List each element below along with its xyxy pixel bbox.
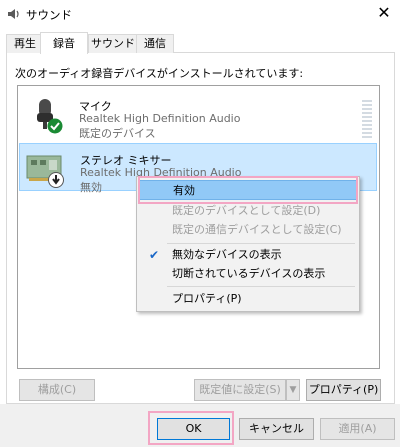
menu-item-set-default-device[interactable]: 既定のデバイスとして設定(D): [139, 201, 357, 221]
menu-item-set-default-comm-device[interactable]: 既定の通信デバイスとして設定(C): [139, 220, 357, 240]
properties-button[interactable]: プロパティ(P): [306, 379, 381, 401]
chevron-down-icon: ▼: [289, 385, 297, 395]
device-item-microphone[interactable]: マイク Realtek High Definition Audio 既定のデバイ…: [19, 90, 377, 140]
down-arrow-badge-icon: [48, 172, 64, 188]
device-driver: Realtek High Definition Audio: [79, 112, 241, 125]
speaker-icon: [8, 9, 19, 19]
menu-item-properties[interactable]: プロパティ(P): [139, 289, 357, 309]
check-badge-icon: [47, 118, 63, 134]
configure-button[interactable]: 構成(C): [19, 379, 95, 401]
tab-sounds[interactable]: サウンド: [88, 34, 138, 53]
tab-playback[interactable]: 再生: [6, 34, 44, 53]
menu-separator: [167, 243, 355, 244]
menu-item-label: 既定のデバイスとして設定(D): [172, 204, 321, 217]
window-title: サウンド: [26, 8, 72, 22]
menu-item-show-disconnected-devices[interactable]: 切断されているデバイスの表示: [139, 264, 357, 284]
device-status: 既定のデバイス: [79, 127, 156, 140]
menu-item-label: 切断されているデバイスの表示: [172, 267, 326, 280]
set-default-dropdown[interactable]: ▼: [286, 379, 300, 401]
close-button[interactable]: ✕: [368, 0, 400, 28]
menu-item-show-disabled-devices[interactable]: ✔ 無効なデバイスの表示: [139, 245, 357, 265]
checkmark-icon: ✔: [149, 248, 160, 262]
device-status: 無効: [80, 181, 102, 194]
menu-separator: [167, 286, 355, 287]
tab-recording[interactable]: 録音: [40, 32, 88, 54]
tab-communications[interactable]: 通信: [136, 34, 174, 53]
menu-item-label: プロパティ(P): [172, 292, 242, 305]
menu-item-label: 既定の通信デバイスとして設定(C): [172, 223, 342, 236]
menu-item-label: 無効なデバイスの表示: [172, 248, 282, 261]
title-bar: サウンド ✕: [0, 0, 400, 28]
level-meter: [362, 100, 372, 140]
set-default-button[interactable]: 既定値に設定(S): [194, 379, 286, 401]
close-icon: ✕: [377, 3, 391, 22]
cancel-button[interactable]: キャンセル: [239, 418, 314, 440]
annotation-highlight-enable: [138, 176, 358, 204]
apply-button[interactable]: 適用(A): [320, 418, 395, 440]
annotation-highlight-ok: [148, 411, 234, 445]
device-list-prompt: 次のオーディオ録音デバイスがインストールされています:: [15, 67, 304, 80]
